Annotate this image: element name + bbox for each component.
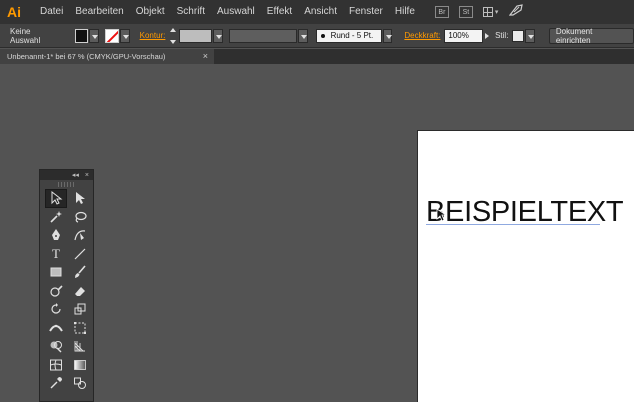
eyedropper-tool-icon[interactable] — [45, 374, 67, 393]
type-tool-icon[interactable]: T — [45, 245, 67, 264]
bridge-icon[interactable]: Br — [434, 6, 449, 18]
menubar-icons: Br St ▾ — [434, 3, 523, 21]
brush-dropdown[interactable] — [382, 28, 393, 43]
document-tab-title: Unbenannt-1* bei 67 % (CMYK/GPU-Vorschau… — [7, 52, 166, 61]
selection-tool-icon[interactable] — [45, 189, 67, 208]
close-tab-icon[interactable]: × — [203, 51, 208, 61]
opacity-slider-toggle[interactable] — [483, 29, 491, 43]
brush-definition-label: Rund - 5 Pt. — [330, 31, 374, 40]
tools-panel: ◂◂ × T — [39, 169, 94, 402]
menu-bar: Ai Datei Bearbeiten Objekt Schrift Auswa… — [0, 0, 634, 24]
stroke-dropdown[interactable] — [119, 28, 130, 43]
arrange-documents-icon[interactable]: ▾ — [482, 6, 499, 18]
brush-definition[interactable]: Rund - 5 Pt. — [315, 28, 382, 43]
width-tool-icon[interactable] — [45, 319, 67, 338]
illustrator-window: Ai Datei Bearbeiten Objekt Schrift Auswa… — [0, 0, 634, 402]
stroke-weight-dropdown[interactable] — [213, 28, 223, 43]
menu-ansicht[interactable]: Ansicht — [298, 0, 343, 24]
tools-grid: T — [40, 189, 93, 393]
pen-tool-icon[interactable] — [45, 226, 67, 245]
opacity-field[interactable]: 100% — [444, 28, 484, 43]
control-bar: Keine Auswahl Kontur: Rund - 5 Pt. Deckk… — [0, 24, 634, 48]
collapse-panel-icon[interactable]: ◂◂ — [72, 171, 79, 179]
direct-selection-tool-icon[interactable] — [69, 189, 91, 208]
stroke-weight-field[interactable] — [179, 28, 213, 43]
tools-panel-header: ◂◂ × — [40, 170, 93, 180]
close-panel-icon[interactable]: × — [85, 172, 89, 179]
shaper-tool-icon[interactable] — [45, 282, 67, 301]
style-label: Stil: — [495, 31, 509, 40]
blend-tool-icon[interactable] — [69, 374, 91, 393]
artboard[interactable] — [417, 130, 634, 402]
menu-datei[interactable]: Datei — [34, 0, 69, 24]
text-baseline — [426, 224, 600, 225]
line-segment-tool-icon[interactable] — [69, 245, 91, 264]
menu-objekt[interactable]: Objekt — [130, 0, 171, 24]
opacity-value: 100% — [448, 31, 469, 40]
rectangle-tool-icon[interactable] — [45, 263, 67, 282]
selection-status: Keine Auswahl — [10, 26, 41, 45]
stock-icon[interactable]: St — [458, 6, 473, 18]
variable-width-profile[interactable] — [228, 28, 297, 43]
eraser-tool-icon[interactable] — [69, 282, 91, 301]
lasso-tool-icon[interactable] — [69, 208, 91, 227]
menu-effekt[interactable]: Effekt — [261, 0, 298, 24]
menu-schrift[interactable]: Schrift — [171, 0, 211, 24]
gpu-performance-icon[interactable] — [508, 3, 523, 21]
opacity-label[interactable]: Deckkraft: — [400, 31, 444, 40]
graphic-style-dropdown[interactable] — [525, 28, 535, 43]
brush-dot-icon — [320, 33, 325, 38]
type-tool-glyph: T — [52, 245, 60, 261]
fill-dropdown[interactable] — [89, 28, 100, 43]
fill-swatch[interactable] — [74, 28, 89, 43]
stroke-label[interactable]: Kontur: — [136, 31, 170, 40]
scale-tool-icon[interactable] — [69, 300, 91, 319]
menu-bearbeiten[interactable]: Bearbeiten — [69, 0, 129, 24]
tools-panel-grip[interactable] — [58, 182, 75, 187]
menu-hilfe[interactable]: Hilfe — [389, 0, 421, 24]
graphic-style-swatch[interactable] — [512, 29, 525, 42]
document-tab[interactable]: Unbenannt-1* bei 67 % (CMYK/GPU-Vorschau… — [0, 49, 214, 64]
variable-width-dropdown[interactable] — [297, 28, 308, 43]
paintbrush-tool-icon[interactable] — [69, 263, 91, 282]
stroke-weight-stepper[interactable] — [169, 27, 177, 44]
curvature-tool-icon[interactable] — [69, 226, 91, 245]
stroke-swatch[interactable] — [105, 28, 119, 43]
menu-auswahl[interactable]: Auswahl — [211, 0, 261, 24]
app-logo: Ai — [7, 4, 21, 20]
gradient-tool-icon[interactable] — [69, 356, 91, 375]
free-transform-tool-icon[interactable] — [69, 319, 91, 338]
perspective-grid-tool-icon[interactable] — [69, 337, 91, 356]
magic-wand-tool-icon[interactable] — [45, 208, 67, 227]
menu-fenster[interactable]: Fenster — [343, 0, 389, 24]
mouse-cursor-icon — [436, 208, 448, 227]
menu-items: Datei Bearbeiten Objekt Schrift Auswahl … — [34, 0, 421, 24]
document-tab-bar: Unbenannt-1* bei 67 % (CMYK/GPU-Vorschau… — [0, 49, 634, 64]
rotate-tool-icon[interactable] — [45, 300, 67, 319]
mesh-tool-icon[interactable] — [45, 356, 67, 375]
document-setup-button[interactable]: Dokument einrichten — [548, 27, 634, 45]
shape-builder-tool-icon[interactable] — [45, 337, 67, 356]
